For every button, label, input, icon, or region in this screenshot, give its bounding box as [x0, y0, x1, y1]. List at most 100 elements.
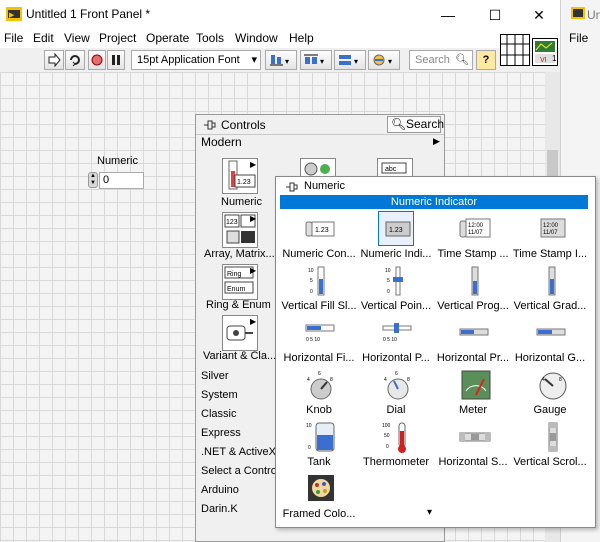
palette-item-tank[interactable]: 10 0 Tank [280, 419, 358, 471]
abort-button[interactable] [88, 50, 106, 70]
palette-item-thermometer[interactable]: 100 50 0 Thermometer [357, 419, 435, 471]
svg-text:▾: ▾ [285, 57, 289, 66]
array-tile-label: Array, Matrix... [204, 248, 275, 260]
run-button[interactable] [44, 50, 64, 70]
category-express[interactable]: Express [201, 427, 241, 439]
palette-item-horizontal-graduated-bar[interactable]: Horizontal G... [511, 315, 589, 367]
gauge-icon: 48 [539, 372, 567, 400]
font-select-value: 15pt Application Font [137, 54, 240, 66]
distribute-objects-button[interactable]: ▾ [300, 50, 332, 70]
palette-item-dial[interactable]: 6 4 8 Dial [357, 367, 435, 419]
menu-file[interactable]: File [4, 31, 23, 45]
menu-window[interactable]: Window [235, 31, 278, 45]
vi-icon[interactable]: VI 1 [532, 38, 558, 66]
labview-app-icon: ▶ [6, 7, 22, 21]
svg-text:10: 10 [308, 268, 314, 274]
svg-text:0: 0 [310, 289, 313, 295]
toolbar-search-placeholder: Search [415, 54, 450, 66]
font-select[interactable]: 15pt Application Font ▾ [131, 50, 261, 70]
pause-icon [112, 55, 120, 65]
palette-item-label: Numeric Con... [282, 248, 356, 260]
menu-help[interactable]: Help [289, 31, 314, 45]
menu-tools[interactable]: Tools [196, 31, 224, 45]
palette-item-label: Thermometer [362, 456, 430, 468]
category-silver[interactable]: Silver [201, 370, 229, 382]
palette-item-label: Framed Colo... [282, 508, 356, 520]
context-help-button[interactable]: ? [476, 50, 496, 70]
more-items-arrow[interactable]: ▾ [427, 507, 432, 518]
numeric-control-icon: 1.23 [305, 221, 335, 237]
numeric-control-label[interactable]: Numeric [97, 155, 138, 167]
palette-item-time-stamp-control[interactable]: 12:00 11/07 Time Stamp ... [434, 211, 512, 263]
category-arduino[interactable]: Arduino [201, 484, 239, 496]
svg-text:8: 8 [559, 377, 562, 383]
abort-icon [91, 54, 103, 66]
run-continuously-button[interactable] [65, 50, 85, 70]
category-system[interactable]: System [201, 389, 238, 401]
background-menu-file[interactable]: File [569, 31, 588, 45]
palette-item-vertical-progress-bar[interactable]: Vertical Prog... [434, 263, 512, 315]
increment-decrement-arrows[interactable]: ▲ ▼ [88, 172, 98, 188]
palette-item-vertical-pointer-slide[interactable]: 10 5 0 Vertical Poin... [357, 263, 435, 315]
connector-pane[interactable] [500, 34, 530, 66]
numeric-tile-label: Numeric [221, 196, 262, 208]
pause-button[interactable] [107, 50, 125, 70]
vertical-progress-bar-icon [471, 266, 479, 296]
category-dotnet-activex[interactable]: .NET & ActiveX [201, 446, 276, 458]
resize-objects-button[interactable]: ▾ [334, 50, 366, 70]
palette-item-label: Vertical Prog... [437, 300, 509, 312]
pin-icon[interactable] [202, 118, 216, 132]
category-classic[interactable]: Classic [201, 408, 236, 420]
palette-item-horizontal-fill-slide[interactable]: 0 5 10 Horizontal Fi... [280, 315, 358, 367]
controls-search-button[interactable]: 🔍︎ Search [387, 116, 444, 133]
horizontal-scrollbar-icon [459, 432, 491, 442]
numeric-control-field[interactable]: 0 [99, 172, 144, 189]
align-objects-button[interactable]: ▾ [265, 50, 297, 70]
expand-arrow-icon: ▶ [250, 160, 257, 169]
menu-edit[interactable]: Edit [33, 31, 54, 45]
palette-item-numeric-control[interactable]: 1.23 Numeric Con... [280, 211, 358, 263]
palette-item-knob[interactable]: 6 4 8 Knob [280, 367, 358, 419]
expand-arrow-icon: ▶ [250, 266, 257, 275]
string-path-icon[interactable]: abc [377, 158, 413, 176]
menu-project[interactable]: Project [99, 31, 136, 45]
window-title: Untitled 1 Front Panel * [26, 7, 151, 21]
reorder-icon: ▾ [373, 54, 392, 66]
modern-category[interactable]: Modern [201, 135, 242, 149]
palette-item-gauge[interactable]: 48 Gauge [511, 367, 589, 419]
category-darin-k[interactable]: Darin.K [201, 503, 238, 515]
palette-item-horizontal-pointer-slide[interactable]: 0 5 10 Horizontal P... [357, 315, 435, 367]
svg-text:1.23: 1.23 [237, 179, 251, 186]
dial-icon: 6 4 8 [384, 371, 410, 400]
horizontal-pointer-slide-icon: 0 5 10 [382, 323, 412, 343]
palette-item-horizontal-progress-bar[interactable]: Horizontal Pr... [434, 315, 512, 367]
svg-text:12:00: 12:00 [468, 223, 484, 229]
boolean-icon[interactable] [300, 158, 336, 176]
palette-item-horizontal-scrollbar[interactable]: Horizontal S... [434, 419, 512, 471]
palette-item-framed-color-box[interactable]: Framed Colo... [280, 471, 358, 523]
palette-item-vertical-scrollbar[interactable]: Vertical Scrol... [511, 419, 589, 471]
palette-item-vertical-graduated-bar[interactable]: Vertical Grad... [511, 263, 589, 315]
reorder-button[interactable]: ▾ [368, 50, 400, 70]
svg-text:▾: ▾ [388, 57, 392, 66]
palette-item-label: Time Stamp ... [437, 248, 509, 260]
horizontal-fill-slide-icon: 0 5 10 [305, 324, 335, 343]
tank-icon: 10 0 [306, 422, 335, 452]
menu-view[interactable]: View [64, 31, 90, 45]
palette-item-vertical-fill-slide[interactable]: 10 5 0 Vertical Fill Sl... [280, 263, 358, 315]
menu-operate[interactable]: Operate [146, 31, 189, 45]
palette-item-time-stamp-indicator[interactable]: 12:00 11/07 Time Stamp I... [511, 211, 589, 263]
palette-item-numeric-indicator[interactable]: 1.23 Numeric Indi... [357, 211, 435, 263]
minimize-button[interactable]: — [425, 0, 471, 30]
pin-icon[interactable] [284, 180, 298, 194]
svg-text:0: 0 [387, 289, 390, 295]
toolbar: 15pt Application Font ▾ ▾ ▾ ▾ ▾ Search 🔍… [0, 48, 560, 72]
maximize-button[interactable]: ☐ [472, 0, 518, 30]
svg-text:11/07: 11/07 [468, 230, 483, 236]
toolbar-search-input[interactable]: Search 🔍︎ [409, 50, 473, 70]
svg-text:10: 10 [306, 423, 312, 429]
palette-item-meter[interactable]: Meter [434, 367, 512, 419]
svg-text:8: 8 [330, 377, 333, 383]
numeric-subpalette-title: Numeric [304, 180, 345, 192]
close-button[interactable]: ✕ [516, 0, 562, 30]
